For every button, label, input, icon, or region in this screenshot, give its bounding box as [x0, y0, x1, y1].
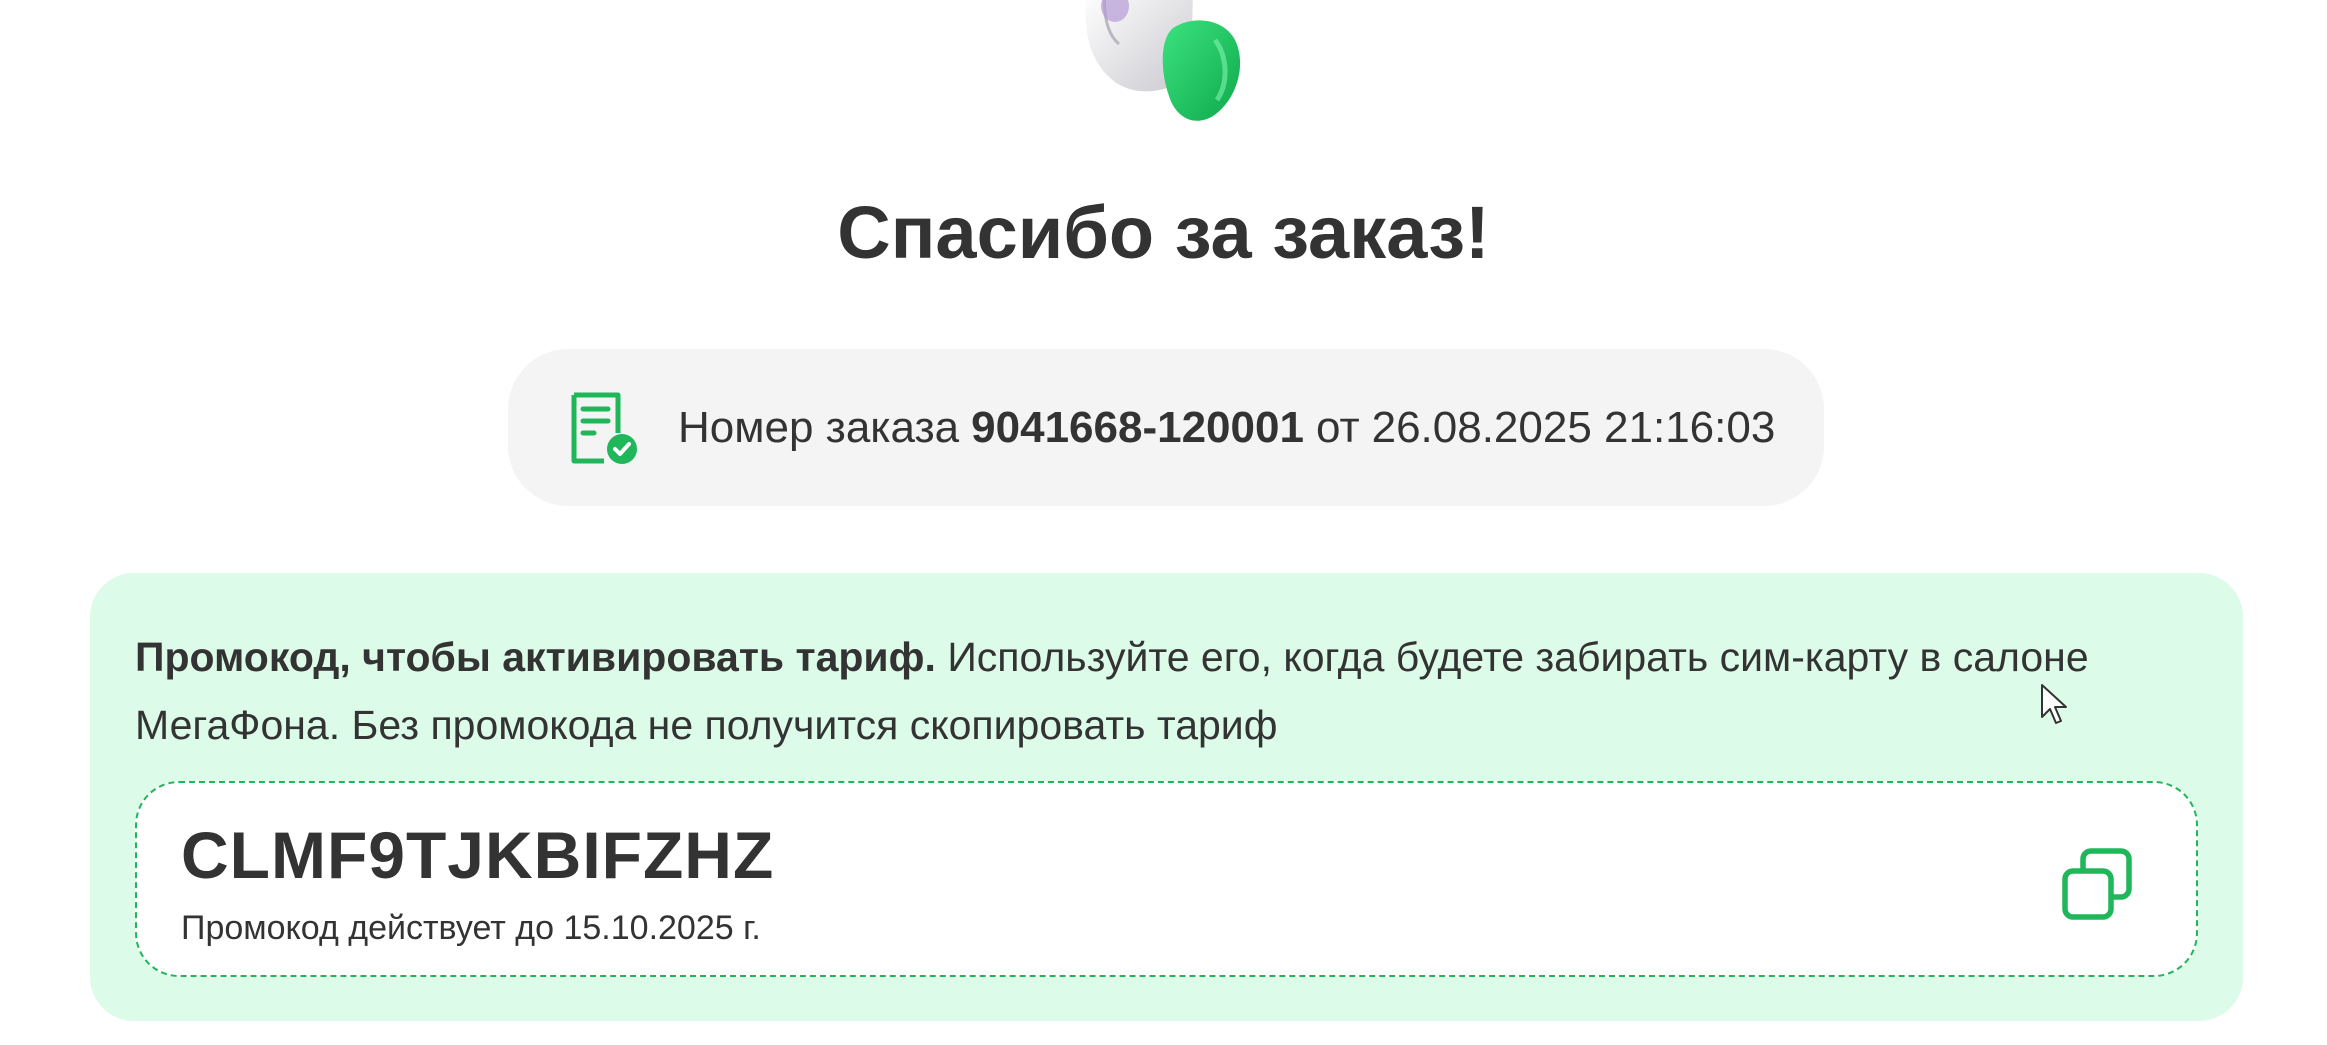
waving-hand-icon	[1085, 0, 1241, 121]
order-date-prefix: от	[1315, 402, 1360, 452]
order-label: Номер заказа	[678, 402, 960, 452]
promo-description-title: Промокод, чтобы активировать тариф.	[135, 634, 936, 680]
order-info-pill: Номер заказа 9041668-120001 от 26.08.202…	[508, 349, 1824, 506]
mouse-cursor-icon	[2041, 684, 2067, 724]
order-date: 26.08.2025 21:16:03	[1371, 402, 1776, 452]
promo-description: Промокод, чтобы активировать тариф. Испо…	[135, 623, 2205, 759]
receipt-check-icon	[571, 392, 637, 464]
promo-code[interactable]: CLMF9TJKBIFZHZ	[181, 817, 774, 893]
promo-card: Промокод, чтобы активировать тариф. Испо…	[90, 573, 2243, 1021]
page-title: Спасибо за заказ!	[837, 191, 1490, 274]
order-info-text: Номер заказа 9041668-120001 от 26.08.202…	[678, 349, 1775, 506]
order-confirmation-page: Спасибо за заказ! Номер заказа 9041668-1…	[0, 0, 2327, 1045]
promo-code-box: CLMF9TJKBIFZHZ Промокод действует до 15.…	[135, 781, 2198, 977]
promo-code-validity: Промокод действует до 15.10.2025 г.	[181, 909, 761, 947]
order-number: 9041668-120001	[971, 402, 1304, 452]
copy-button[interactable]	[2057, 845, 2137, 925]
copy-icon	[2062, 848, 2132, 920]
